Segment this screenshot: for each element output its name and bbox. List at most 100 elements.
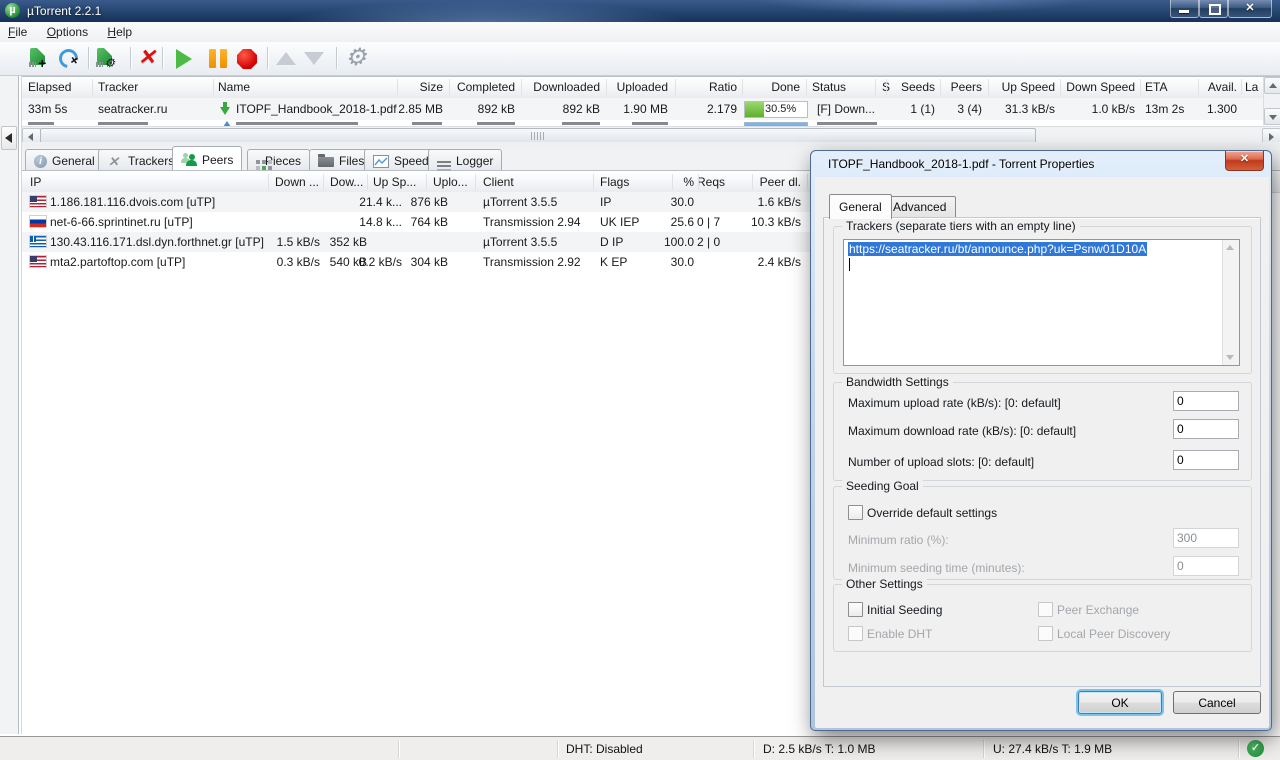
vertical-scrollbar[interactable] (1263, 77, 1280, 125)
column-separator[interactable] (698, 174, 699, 190)
close-window-button[interactable] (1228, 0, 1272, 18)
col-down-speed[interactable]: Down ... (275, 175, 319, 189)
dialog-tab-general[interactable]: General (829, 194, 892, 219)
column-separator[interactable] (1241, 79, 1242, 95)
tab-general[interactable]: General (25, 149, 104, 170)
column-separator[interactable] (323, 174, 324, 190)
column-separator[interactable] (752, 174, 753, 190)
column-separator[interactable] (672, 174, 673, 190)
column-separator[interactable] (593, 174, 594, 190)
col-status[interactable]: Status (812, 80, 846, 94)
menu-help[interactable]: Help (99, 22, 140, 39)
pause-button[interactable] (205, 46, 233, 72)
scroll-down-button[interactable] (1264, 108, 1280, 125)
col-ip[interactable]: IP (30, 175, 41, 189)
column-separator[interactable] (606, 79, 607, 95)
column-separator[interactable] (213, 79, 214, 95)
tab-trackers[interactable]: Trackers (98, 149, 183, 170)
col-up-speed[interactable]: Up Sp... (373, 175, 416, 189)
col-downloaded[interactable]: Downloaded (533, 80, 600, 94)
menu-options[interactable]: Options (39, 22, 96, 39)
ok-button[interactable]: OK (1078, 691, 1162, 714)
col-elapsed[interactable]: Elapsed (28, 80, 71, 94)
column-separator[interactable] (397, 79, 398, 95)
override-defaults-checkbox[interactable] (848, 505, 863, 520)
local-peer-discovery-checkbox[interactable] (1038, 626, 1053, 641)
cancel-button[interactable]: Cancel (1173, 691, 1261, 714)
column-separator[interactable] (367, 174, 368, 190)
minimum-ratio-input[interactable] (1173, 528, 1239, 548)
upload-slots-input[interactable] (1173, 450, 1239, 470)
column-separator[interactable] (521, 79, 522, 95)
move-down-queue-button[interactable] (300, 46, 328, 72)
peer-exchange-checkbox[interactable] (1038, 602, 1053, 617)
column-separator[interactable] (92, 79, 93, 95)
column-separator[interactable] (268, 174, 269, 190)
col-done[interactable]: Done (771, 80, 800, 94)
stop-button[interactable] (234, 46, 262, 72)
tab-speed[interactable]: Speed (364, 149, 438, 170)
col-down-speed[interactable]: Down Speed (1066, 80, 1135, 94)
column-separator[interactable] (807, 174, 808, 190)
column-separator[interactable] (449, 79, 450, 95)
enable-dht-checkbox[interactable] (848, 626, 863, 641)
remove-button[interactable] (135, 46, 163, 72)
col-completed[interactable]: Completed (457, 80, 515, 94)
tab-pieces[interactable]: Pieces (247, 149, 310, 170)
column-separator[interactable] (1060, 79, 1061, 95)
dialog-tab-advanced[interactable]: Advanced (883, 196, 956, 218)
col-uploaded[interactable]: Uploaded (617, 80, 668, 94)
add-torrent-from-url-button[interactable] (57, 46, 85, 72)
col-downloaded[interactable]: Dow... (330, 175, 363, 189)
column-separator[interactable] (426, 174, 427, 190)
tab-logger[interactable]: Logger (428, 149, 502, 170)
col-ratio[interactable]: Ratio (709, 80, 737, 94)
arrow-up-icon[interactable] (1226, 245, 1234, 250)
col-eta[interactable]: ETA (1145, 80, 1167, 94)
torrent-row[interactable]: 33m 5s seatracker.ru ITOPF_Handbook_2018… (22, 98, 1280, 120)
col-label-truncated[interactable]: La (1245, 80, 1258, 94)
sidebar-expand-button[interactable] (1, 126, 17, 150)
start-button[interactable] (170, 46, 198, 72)
scroll-up-button[interactable] (1264, 77, 1280, 94)
col-name[interactable]: Name (218, 80, 250, 94)
max-upload-input[interactable] (1173, 391, 1239, 411)
column-separator[interactable] (675, 79, 676, 95)
column-separator[interactable] (988, 79, 989, 95)
add-torrent-button[interactable] (27, 46, 55, 72)
preferences-button[interactable] (343, 46, 371, 72)
move-up-queue-button[interactable] (272, 46, 300, 72)
arrow-down-icon[interactable] (1226, 355, 1234, 360)
col-client[interactable]: Client (483, 175, 514, 189)
col-percent[interactable]: % (683, 175, 694, 189)
restore-button[interactable] (1199, 0, 1228, 18)
col-flags[interactable]: Flags (600, 175, 629, 189)
menu-file[interactable]: File (0, 22, 35, 39)
col-up-speed[interactable]: Up Speed (1002, 80, 1055, 94)
column-separator[interactable] (742, 79, 743, 95)
col-uploaded[interactable]: Uplo... (433, 175, 468, 189)
col-tracker[interactable]: Tracker (98, 80, 138, 94)
col-seeds[interactable]: Seeds (901, 80, 935, 94)
trackers-textarea[interactable]: https://seatracker.ru/bt/announce.php?uk… (843, 239, 1240, 366)
minimize-button[interactable] (1170, 0, 1199, 18)
col-reqs[interactable]: Reqs (697, 175, 725, 189)
column-separator[interactable] (475, 174, 476, 190)
initial-seeding-checkbox[interactable] (848, 602, 863, 617)
col-size[interactable]: Size (420, 80, 443, 94)
col-peers[interactable]: Peers (951, 80, 982, 94)
column-separator[interactable] (1198, 79, 1199, 95)
col-peer-dl[interactable]: Peer dl. (760, 175, 801, 189)
max-download-input[interactable] (1173, 419, 1239, 439)
dialog-close-button[interactable] (1225, 151, 1264, 171)
create-torrent-button[interactable] (94, 46, 122, 72)
textarea-scrollbar[interactable] (1222, 240, 1239, 365)
column-separator[interactable] (875, 79, 876, 95)
column-separator[interactable] (1140, 79, 1141, 95)
column-separator[interactable] (940, 79, 941, 95)
minimum-seeding-time-input[interactable] (1173, 556, 1239, 576)
tab-peers[interactable]: Peers (172, 146, 242, 170)
col-avail[interactable]: Avail. (1208, 80, 1237, 94)
column-separator[interactable] (806, 79, 807, 95)
column-separator[interactable] (886, 79, 887, 95)
